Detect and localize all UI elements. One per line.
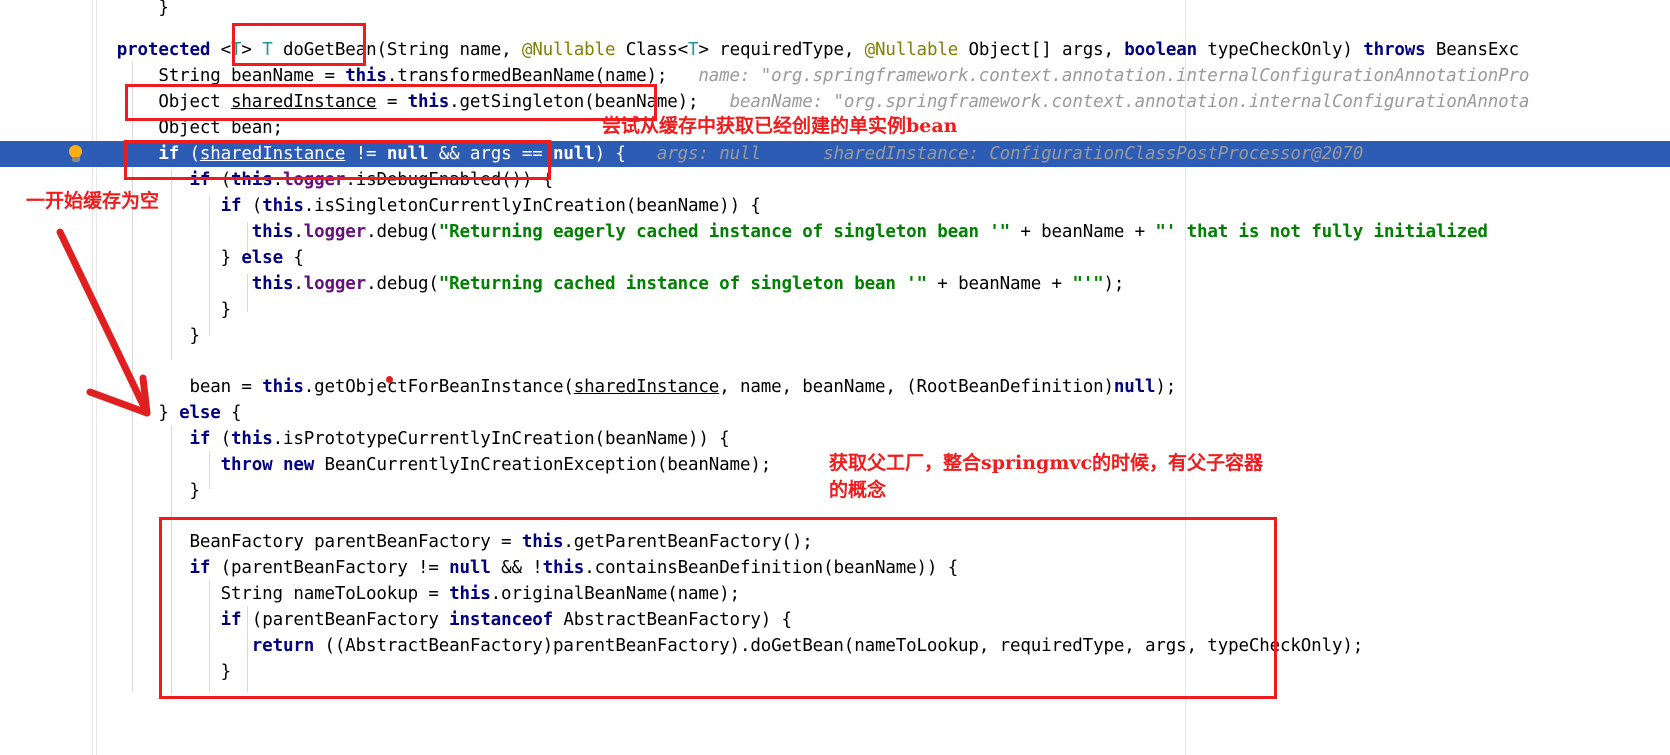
code-line: bean = this.getObjectForBeanInstance(sha… [96, 377, 1177, 397]
screenshot-root: } protected <T> T doGetBean(String name,… [0, 0, 1670, 755]
code-line: throw new BeanCurrentlyInCreationExcepti… [220, 455, 772, 475]
code-line: protected <T> T doGetBean(String name, @… [96, 40, 1519, 60]
code-line: if (this.isPrototypeCurrentlyInCreation(… [189, 429, 730, 449]
code-line: String beanName = this.transformedBeanNa… [96, 66, 1530, 86]
code-line: } [96, 300, 232, 320]
code-line: this.logger.debug("Returning eagerly cac… [251, 222, 1488, 242]
code-line: this.logger.debug("Returning cached inst… [251, 274, 1125, 294]
code-line: } [96, 481, 200, 501]
code-line: } else { [96, 248, 304, 268]
code-line: } [96, 662, 232, 682]
code-line: } else { [96, 403, 242, 423]
annotation-note-cache-empty: 一开始缓存为空 [26, 190, 160, 212]
code-line: } [96, 326, 200, 346]
code-line: } [96, 0, 169, 18]
code-line: if (parentBeanFactory != null && !this.c… [189, 558, 959, 578]
code-line: BeanFactory parentBeanFactory = this.get… [96, 532, 813, 552]
code-line: String nameToLookup = this.originalBeanN… [96, 584, 740, 604]
code-line: if (parentBeanFactory instanceof Abstrac… [220, 610, 792, 630]
code-line: if (sharedInstance != null && args == nu… [96, 144, 1364, 164]
caret-dot [386, 376, 393, 383]
annotation-note-parent-factory-line2: 的概念 [829, 479, 887, 501]
annotation-note-cache-get: 尝试从缓存中获取已经创建的单实例bean [602, 115, 958, 137]
code-line: return ((AbstractBeanFactory)parentBeanF… [251, 636, 1364, 656]
code-line: Object sharedInstance = this.getSingleto… [96, 92, 1530, 112]
annotation-note-parent-factory-line1: 获取父工厂，整合springmvc的时候，有父子容器 [829, 452, 1264, 474]
code-line: Object bean; [96, 118, 283, 138]
